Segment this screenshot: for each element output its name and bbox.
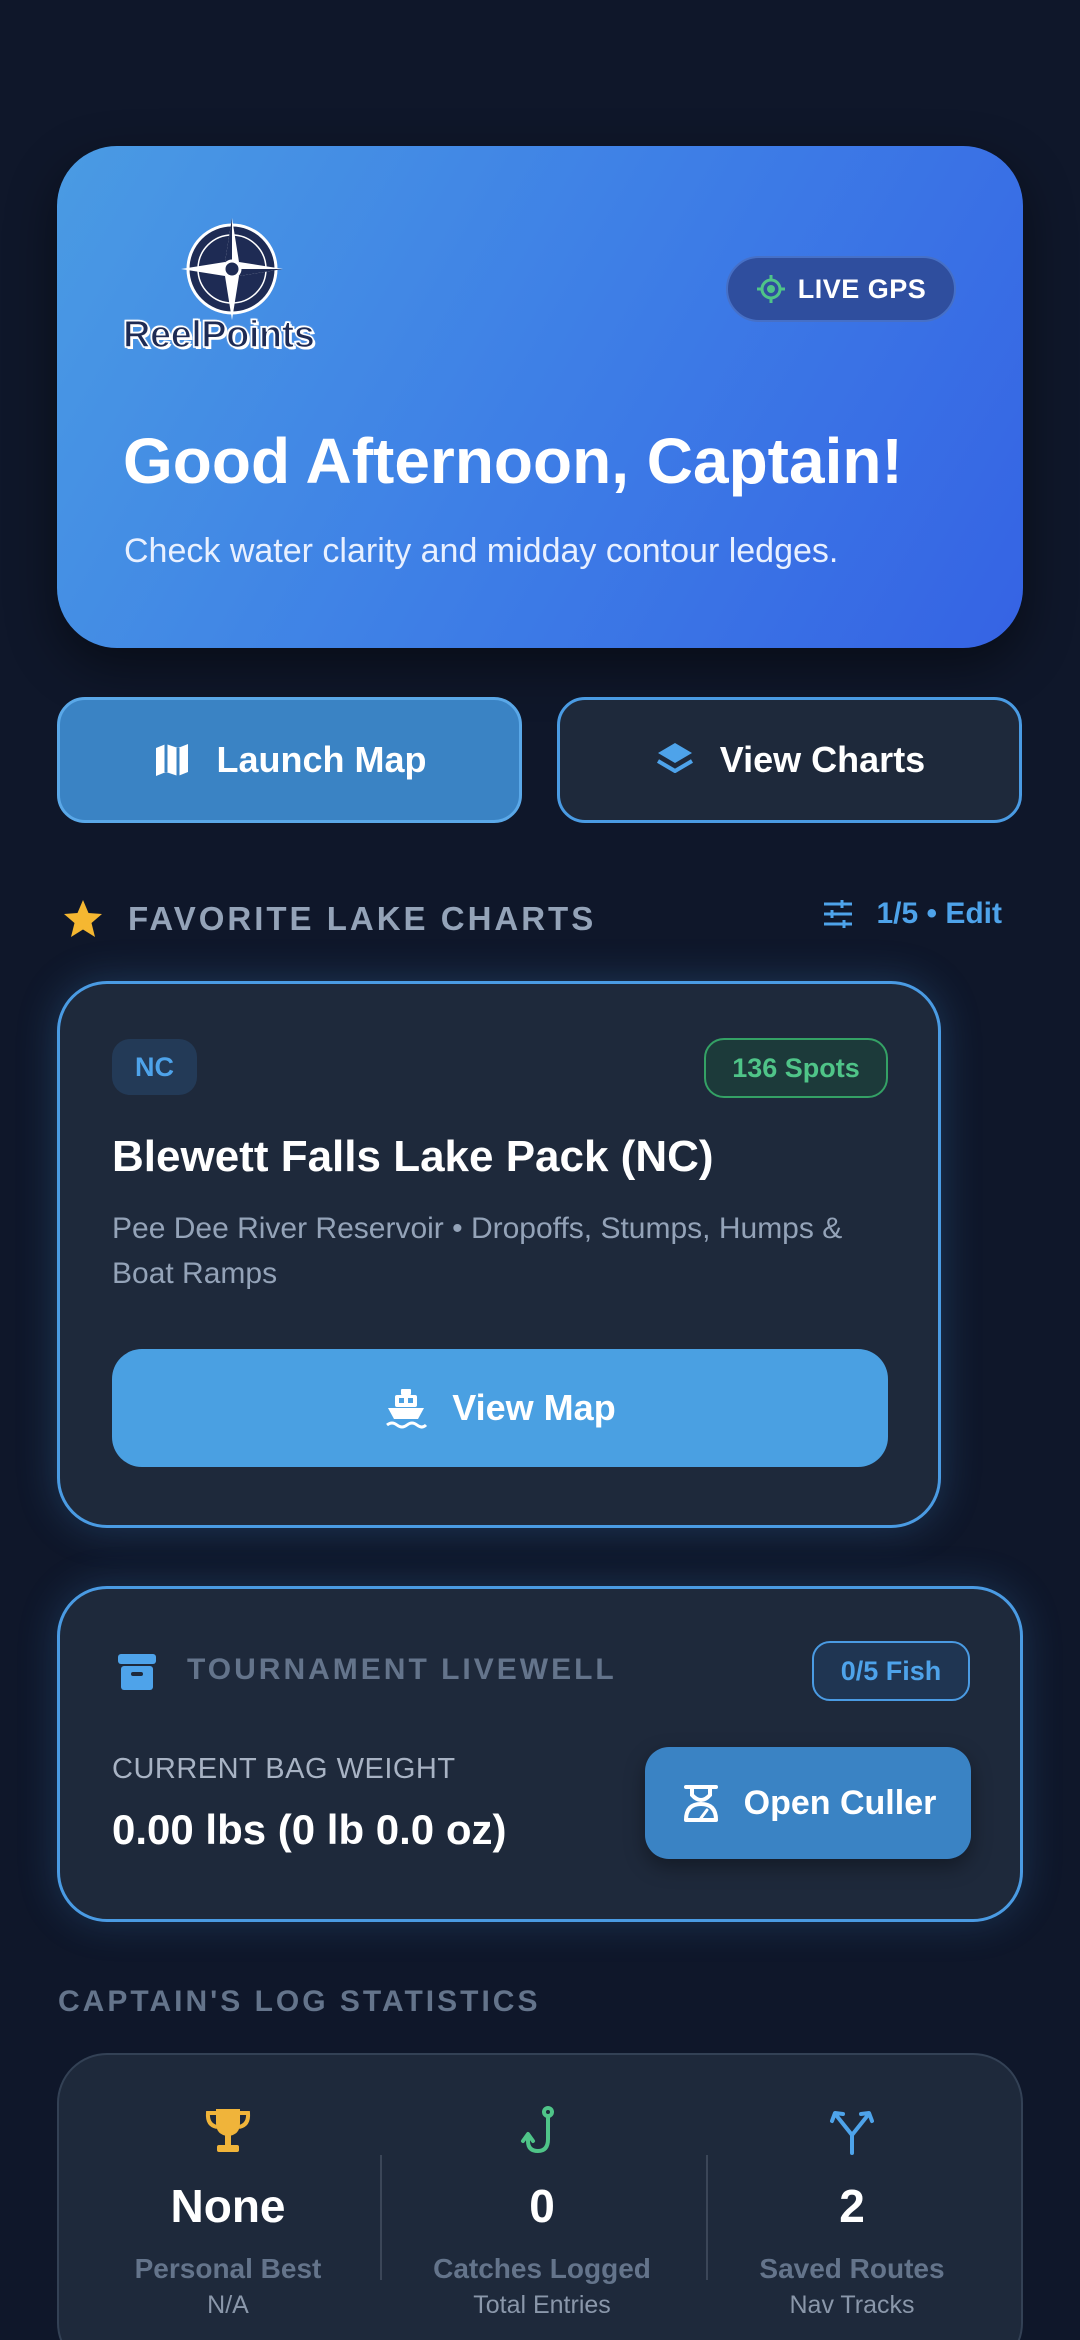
- compass-icon: [181, 218, 283, 320]
- stat-value: 0: [529, 2180, 555, 2232]
- stat-saved-routes[interactable]: 2 Saved Routes Nav Tracks: [691, 2105, 1013, 2335]
- fish-hook-icon: [521, 2106, 554, 2154]
- star-icon: [64, 900, 102, 937]
- stat-catches-logged[interactable]: 0 Catches Logged Total Entries: [381, 2105, 703, 2335]
- sliders-icon: [824, 900, 853, 928]
- home-screen: ReelPoints LIVE GPS Good Afternoon, Capt…: [0, 0, 1080, 2340]
- view-charts-button[interactable]: View Charts: [557, 697, 1022, 823]
- spots-count-badge: 136 Spots: [704, 1038, 888, 1098]
- view-map-label: View Map: [452, 1387, 616, 1428]
- open-culler-button[interactable]: Open Culler: [645, 1747, 971, 1859]
- tournament-livewell-card: TOURNAMENT LIVEWELL 0/5 Fish CURRENT BAG…: [57, 1586, 1023, 1922]
- stat-value: 2: [839, 2180, 865, 2232]
- gps-target-icon: [756, 275, 785, 303]
- brand-wordmark: ReelPoints: [122, 313, 315, 357]
- stat-subtitle: Nav Tracks: [789, 2291, 915, 2319]
- bag-weight-value: 0.00 lbs (0 lb 0.0 oz): [112, 1806, 507, 1853]
- live-gps-badge[interactable]: LIVE GPS: [726, 256, 956, 322]
- stat-value: None: [170, 2180, 286, 2232]
- favorites-title: FAVORITE LAKE CHARTS: [128, 900, 597, 937]
- trophy-icon: [205, 2109, 251, 2152]
- view-charts-label: View Charts: [719, 739, 926, 780]
- stats-heading: CAPTAIN'S LOG STATISTICS: [58, 1985, 541, 2018]
- open-culler-label: Open Culler: [743, 1783, 937, 1822]
- scale-icon: [683, 1785, 718, 1822]
- stat-label: Personal Best: [134, 2253, 322, 2284]
- app-logo: ReelPoints: [122, 214, 349, 364]
- route-split-icon: [830, 2111, 874, 2155]
- favorites-section-header: FAVORITE LAKE CHARTS 1/5 • Edit: [62, 893, 1002, 945]
- layers-icon: [656, 743, 693, 773]
- fish-count-badge: 0/5 Fish: [812, 1641, 970, 1701]
- edit-favorites-button[interactable]: 1/5 • Edit: [822, 897, 1002, 931]
- favorites-count-edit: 1/5 • Edit: [876, 897, 1002, 930]
- lake-chart-title: Blewett Falls Lake Pack (NC): [112, 1132, 714, 1181]
- livewell-title: TOURNAMENT LIVEWELL: [187, 1653, 617, 1686]
- view-map-button[interactable]: View Map: [112, 1349, 888, 1467]
- lake-chart-description: Pee Dee River Reservoir • Dropoffs, Stum…: [112, 1212, 843, 1290]
- launch-map-button[interactable]: Launch Map: [57, 697, 522, 823]
- archive-box-icon: [118, 1654, 156, 1690]
- bag-weight-label: CURRENT BAG WEIGHT: [112, 1753, 456, 1785]
- state-badge: NC: [112, 1039, 197, 1095]
- greeting-title: Good Afternoon, Captain!: [123, 425, 903, 497]
- hero-banner: ReelPoints LIVE GPS Good Afternoon, Capt…: [57, 146, 1023, 648]
- map-icon: [156, 744, 189, 776]
- stat-subtitle: N/A: [207, 2291, 249, 2319]
- stat-personal-best[interactable]: None Personal Best N/A: [67, 2105, 389, 2335]
- boat-icon: [386, 1389, 428, 1429]
- stat-label: Saved Routes: [759, 2253, 945, 2284]
- gps-label: LIVE GPS: [797, 273, 927, 304]
- stat-subtitle: Total Entries: [473, 2291, 611, 2319]
- captains-log-stats-card: None Personal Best N/A 0 Catches Logged …: [57, 2053, 1023, 2340]
- greeting-tip: Check water clarity and midday contour l…: [124, 532, 839, 570]
- lake-chart-card[interactable]: NC 136 Spots Blewett Falls Lake Pack (NC…: [57, 981, 941, 1528]
- stat-label: Catches Logged: [433, 2253, 651, 2284]
- launch-map-label: Launch Map: [216, 739, 427, 780]
